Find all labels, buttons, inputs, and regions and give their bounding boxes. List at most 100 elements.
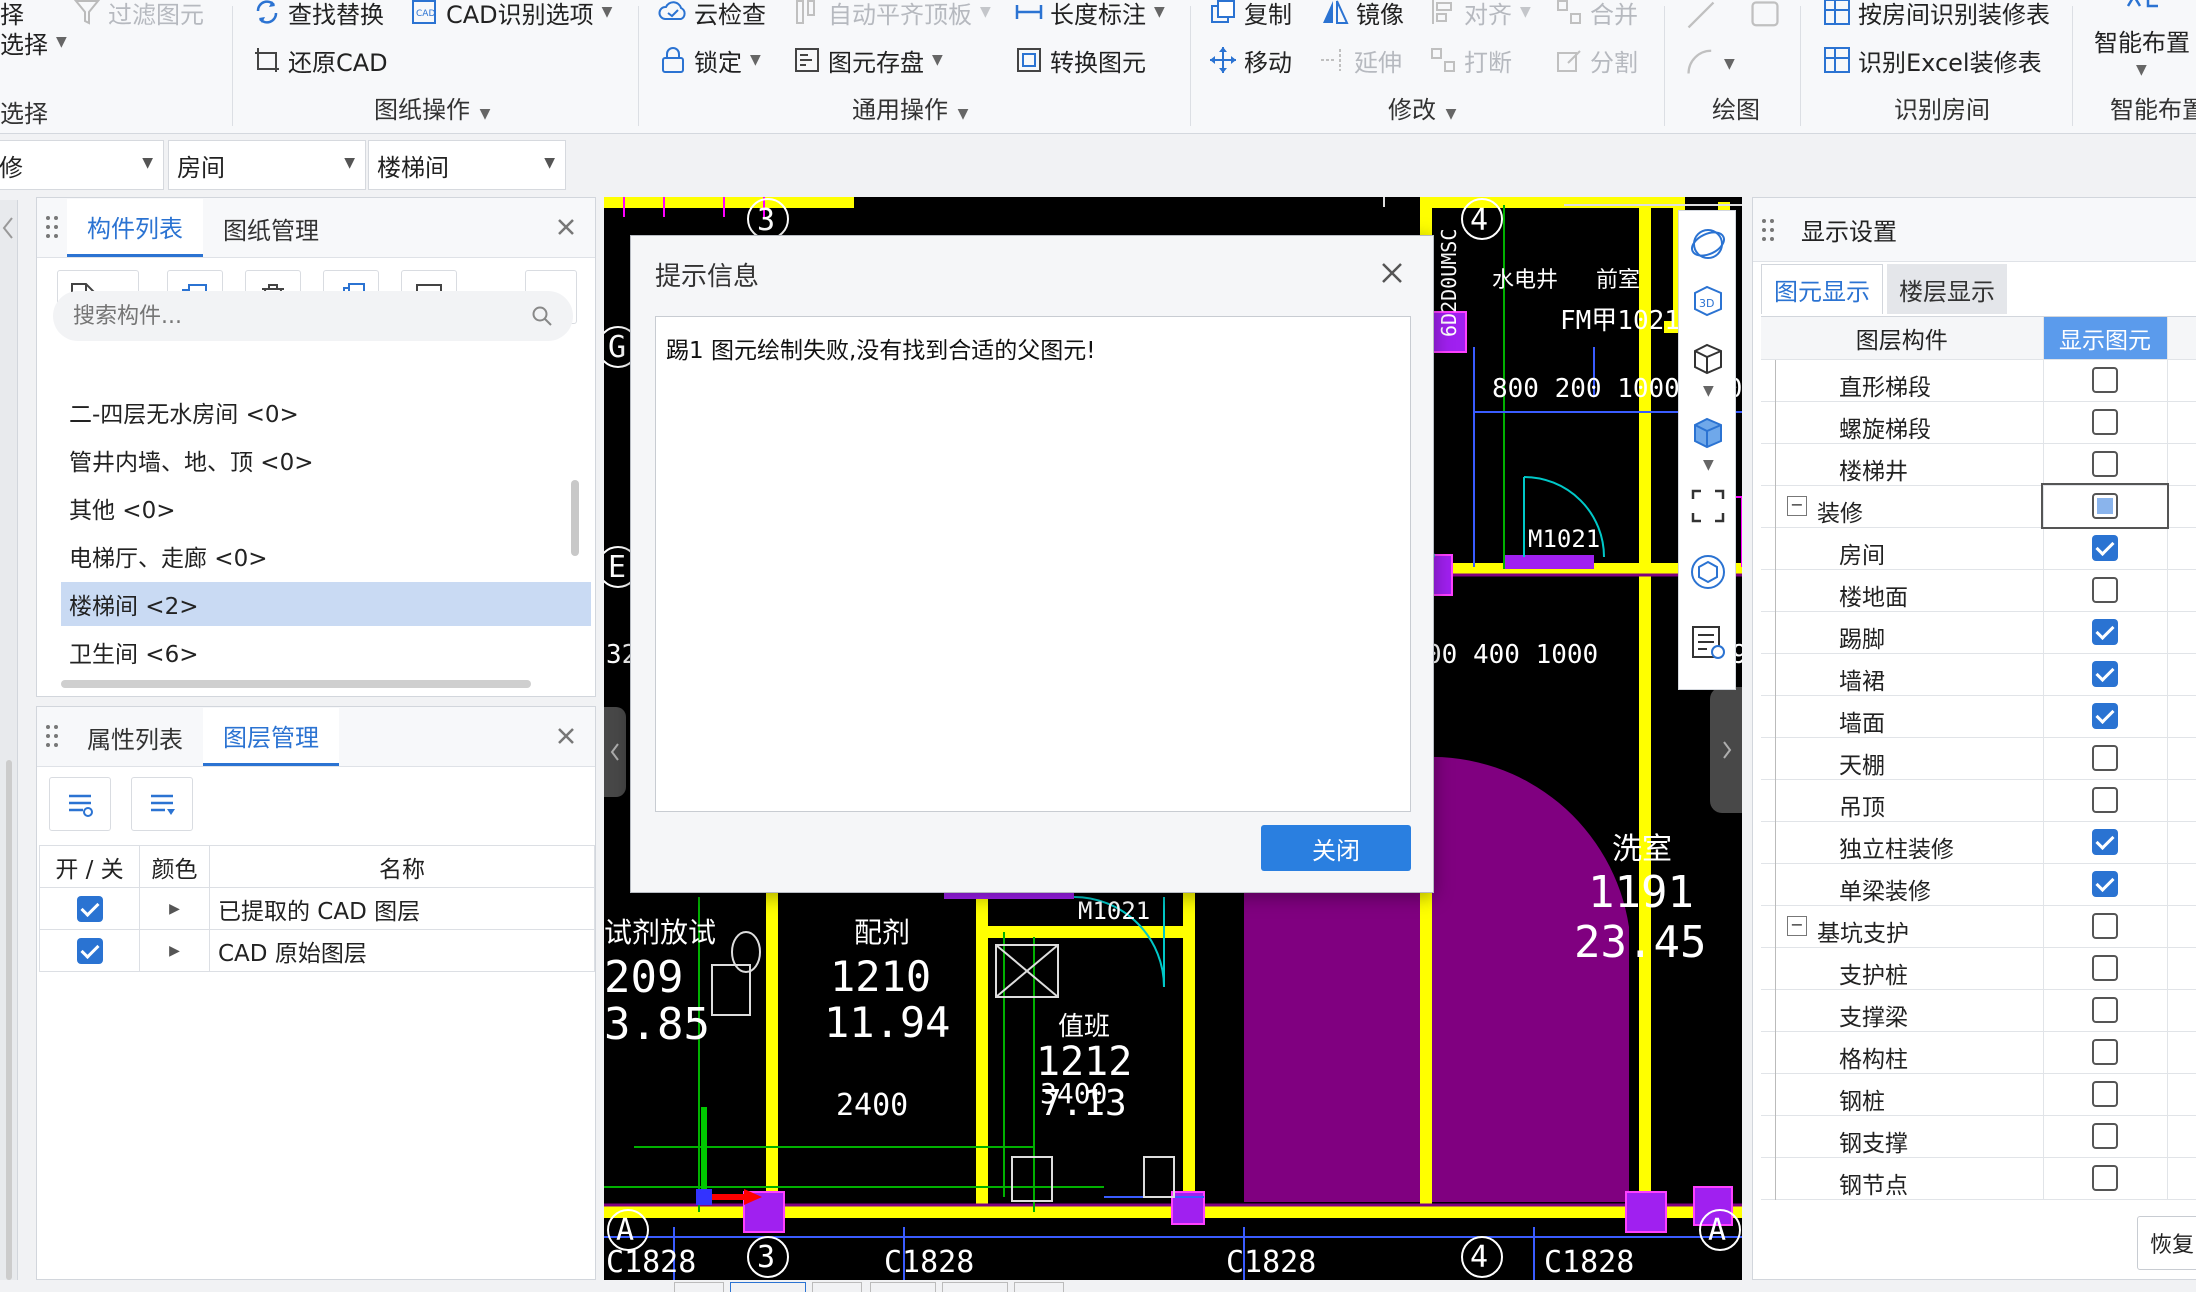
properties-view-icon[interactable] (1687, 621, 1729, 663)
collapse-icon[interactable]: − (1787, 915, 1807, 936)
show-element-checkbox[interactable] (2092, 829, 2118, 856)
length-dimension-button[interactable]: 长度标注 ▼ (1014, 0, 1165, 32)
select-dropdown[interactable]: 选择 ▼ (0, 22, 67, 62)
close-icon[interactable] (551, 212, 581, 242)
line-draw-icon[interactable] (1684, 0, 1718, 32)
close-icon[interactable] (551, 721, 581, 751)
chevron-down-icon[interactable]: ▼ (1703, 457, 1714, 473)
component-combo[interactable]: 楼梯间 ▼ (368, 140, 566, 190)
list-item[interactable]: 其他 <0> (61, 486, 591, 530)
save-elements-button[interactable]: 图元存盘 ▼ (792, 40, 943, 80)
list-item[interactable]: 电梯厅、走廊 <0> (61, 534, 591, 578)
show-element-checkbox[interactable] (2092, 913, 2118, 940)
layer-toggle-checkbox[interactable] (76, 895, 103, 922)
drag-handle-icon[interactable] (37, 197, 67, 257)
vertical-scrollbar[interactable] (571, 480, 579, 556)
list-item[interactable]: 卫生间 <6> (61, 630, 591, 674)
tab-floor-display[interactable]: 楼层显示 (1887, 264, 2007, 314)
cube-wire-icon[interactable] (1687, 337, 1729, 379)
show-element-checkbox[interactable] (2092, 1081, 2118, 1108)
layer-toggle-checkbox[interactable] (76, 937, 103, 964)
filter-elements-button[interactable]: 过滤图元 (72, 0, 204, 32)
show-element-checkbox[interactable] (2092, 787, 2118, 814)
show-element-checkbox[interactable] (2092, 367, 2118, 394)
align-button[interactable]: 对齐 ▼ (1428, 0, 1531, 32)
chevron-down-icon[interactable]: ▼ (1703, 383, 1714, 399)
show-element-checkbox[interactable] (2092, 745, 2118, 772)
drawing-ops-group-label[interactable]: 图纸操作 ▼ (374, 90, 490, 125)
component-search-input[interactable] (73, 303, 513, 329)
show-element-checkbox[interactable] (2092, 1123, 2118, 1150)
find-replace-button[interactable]: 查找替换 (252, 0, 384, 32)
cube-select-icon[interactable] (1687, 551, 1729, 593)
list-item-selected[interactable]: 楼梯间 <2> (61, 582, 591, 626)
auto-align-slab-button[interactable]: 自动平齐顶板 ▼ (792, 0, 991, 32)
show-element-checkbox[interactable] (2092, 661, 2118, 688)
orbit-icon[interactable] (1687, 223, 1729, 265)
convert-elements-button[interactable]: 转换图元 (1014, 40, 1146, 80)
collapse-icon[interactable]: − (1787, 495, 1807, 516)
list-item[interactable]: 管井内墙、地、顶 <0> (61, 438, 591, 482)
move-button[interactable]: 移动 (1208, 40, 1292, 80)
category-combo[interactable]: 修 ▼ (0, 140, 164, 190)
arc-draw-icon[interactable] (1684, 44, 1718, 78)
show-element-checkbox[interactable] (2092, 997, 2118, 1024)
view-3d-icon[interactable]: 3D (1687, 279, 1729, 321)
tab-component-list[interactable]: 构件列表 (67, 199, 203, 257)
drag-handle-icon[interactable] (1753, 198, 1783, 262)
fullscreen-icon[interactable] (1687, 485, 1729, 527)
expand-arrow-icon[interactable]: ▶ (139, 887, 210, 930)
lock-button[interactable]: 锁定 ▼ (658, 40, 761, 80)
show-element-checkbox[interactable] (2092, 1039, 2118, 1066)
mirror-button[interactable]: 镜像 (1320, 0, 1404, 32)
identify-by-room-button[interactable]: 按房间识别装修表 (1822, 0, 2050, 32)
cad-options-button[interactable]: CAD CAD识别选项 ▼ (410, 0, 612, 32)
expand-arrow-icon[interactable]: ▶ (139, 929, 210, 972)
tree-cell: 支护桩 (1761, 947, 2044, 990)
close-button[interactable]: 关闭 (1261, 825, 1411, 871)
rect-draw-icon[interactable] (1748, 0, 1782, 32)
layer-show-all-button[interactable] (49, 777, 111, 831)
left-collapsed-strip[interactable] (0, 200, 18, 1280)
tab-layer-management[interactable]: 图层管理 (203, 708, 339, 766)
show-element-checkbox[interactable] (2092, 493, 2118, 520)
drag-handle-icon[interactable] (37, 706, 67, 766)
type-combo[interactable]: 房间 ▼ (168, 140, 366, 190)
show-element-checkbox[interactable] (2092, 871, 2118, 898)
show-element-checkbox[interactable] (2092, 955, 2118, 982)
type-combo-value: 房间 (177, 153, 225, 182)
collapse-left-handle[interactable] (604, 707, 626, 797)
copy-button[interactable]: 复制 (1208, 0, 1292, 32)
collapse-right-handle[interactable] (1710, 687, 1742, 813)
tab-drawing-management[interactable]: 图纸管理 (203, 199, 339, 257)
restore-cad-button[interactable]: 还原CAD (252, 40, 388, 80)
modify-group-label[interactable]: 修改 ▼ (1388, 90, 1456, 125)
horizontal-scrollbar[interactable] (61, 680, 531, 688)
cube-solid-icon[interactable] (1687, 411, 1729, 453)
tab-properties[interactable]: 属性列表 (67, 708, 203, 766)
extend-button[interactable]: 延伸 (1318, 40, 1402, 80)
table-row: 吊顶 (1761, 779, 2196, 822)
layer-settings-button[interactable] (131, 777, 193, 831)
tab-element-display[interactable]: 图元显示 (1761, 264, 1883, 314)
search-icon[interactable] (531, 305, 553, 327)
show-element-checkbox[interactable] (2092, 1165, 2118, 1192)
show-element-checkbox[interactable] (2092, 535, 2118, 562)
restore-button[interactable]: 恢复 (2137, 1216, 2196, 1270)
show-element-checkbox[interactable] (2092, 619, 2118, 646)
tree-cell: 钢支撑 (1761, 1115, 2044, 1158)
col-show-element[interactable]: 显示图元 (2043, 317, 2168, 360)
smart-layout-button[interactable]: 智能布置 (2094, 20, 2190, 60)
cloud-check-button[interactable]: 云检查 (658, 0, 766, 32)
general-ops-group-label[interactable]: 通用操作 ▼ (852, 90, 968, 125)
show-element-checkbox[interactable] (2092, 577, 2118, 604)
show-element-checkbox[interactable] (2092, 451, 2118, 478)
break-button[interactable]: 打断 (1428, 40, 1512, 80)
split-button[interactable]: 分割 (1554, 40, 1638, 80)
merge-button[interactable]: 合并 (1554, 0, 1638, 32)
identify-excel-button[interactable]: 识别Excel装修表 (1822, 40, 2042, 80)
close-icon[interactable] (1375, 256, 1409, 290)
show-element-checkbox[interactable] (2092, 409, 2118, 436)
show-element-checkbox[interactable] (2092, 703, 2118, 730)
list-item[interactable]: 二-四层无水房间 <0> (61, 390, 591, 434)
